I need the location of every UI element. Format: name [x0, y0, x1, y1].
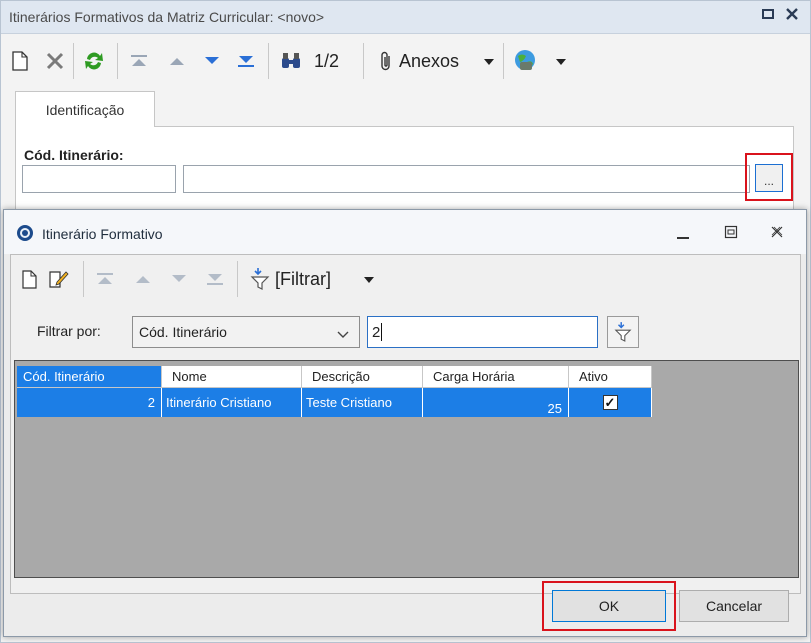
globe-icon[interactable] [511, 47, 539, 75]
dialog-title: Itinerário Formativo [42, 226, 163, 242]
text-cursor [381, 323, 383, 341]
record-counter: 1/2 [314, 51, 340, 71]
lookup-button[interactable]: ... [755, 164, 783, 192]
last-record-icon[interactable] [234, 50, 258, 72]
itinerario-dialog: Itinerário Formativo [Filtrar] Filtrar p… [3, 209, 807, 637]
column-header-nome[interactable]: Nome [162, 366, 302, 388]
outer-toolbar: 1/2 Anexos [1, 35, 810, 87]
codigo-itinerario-input[interactable] [22, 165, 176, 193]
first-record-icon[interactable] [93, 269, 117, 289]
next-record-icon[interactable] [200, 50, 224, 72]
chevron-down-icon[interactable] [483, 55, 495, 70]
cell-nome[interactable]: Itinerário Cristiano [162, 388, 302, 417]
cell-ativo[interactable]: ✓ [569, 388, 652, 417]
toolbar-separator [117, 43, 118, 79]
cell-carga-horaria[interactable]: 25 [423, 388, 569, 417]
first-record-icon[interactable] [127, 50, 151, 72]
maximize-icon[interactable] [724, 225, 738, 242]
filter-field-select[interactable]: Cód. Itinerário [132, 316, 360, 348]
close-icon[interactable] [785, 7, 799, 24]
apply-filter-button[interactable] [607, 316, 639, 348]
ok-button[interactable]: OK [552, 590, 666, 622]
descricao-itinerario-input[interactable] [183, 165, 750, 193]
filter-icon [614, 322, 632, 342]
chevron-down-icon[interactable] [363, 273, 375, 288]
paperclip-icon[interactable] [375, 49, 397, 73]
cancel-button[interactable]: Cancelar [679, 590, 789, 622]
previous-record-icon[interactable] [165, 50, 189, 72]
toolbar-separator [268, 43, 269, 79]
new-document-icon[interactable] [9, 49, 31, 73]
chevron-down-icon[interactable] [555, 55, 567, 70]
filter-by-label: Filtrar por: [37, 323, 101, 339]
toolbar-separator [363, 43, 364, 79]
tab-panel: Cód. Itinerário: [15, 126, 794, 214]
restore-icon[interactable] [761, 7, 775, 24]
toolbar-separator [73, 43, 74, 79]
toolbar-separator [237, 261, 238, 297]
codigo-itinerario-label: Cód. Itinerário: [24, 147, 124, 163]
column-header-descricao[interactable]: Descrição [302, 366, 423, 388]
attachments-button[interactable]: Anexos [399, 51, 459, 72]
filter-icon[interactable] [249, 266, 271, 292]
chevron-down-icon [337, 327, 349, 343]
filter-value-text: 2 [372, 323, 381, 341]
next-record-icon[interactable] [167, 269, 191, 289]
new-document-icon[interactable] [19, 267, 39, 291]
previous-record-icon[interactable] [131, 269, 155, 289]
ativo-checkbox[interactable]: ✓ [602, 395, 618, 410]
filter-field-value: Cód. Itinerário [139, 324, 227, 340]
column-header-codigo[interactable]: Cód. Itinerário [17, 366, 162, 388]
close-icon[interactable] [770, 225, 784, 242]
last-record-icon[interactable] [203, 269, 227, 289]
filter-button[interactable]: [Filtrar] [275, 269, 331, 290]
minimize-icon[interactable] [676, 228, 690, 245]
filter-value-input[interactable]: 2 [367, 316, 598, 348]
tab-identificacao[interactable]: Identificação [15, 91, 155, 127]
binoculars-icon[interactable] [278, 49, 304, 73]
delete-icon[interactable] [43, 49, 67, 73]
app-icon [16, 224, 34, 245]
outer-title-bar: Itinerários Formativos da Matriz Curricu… [1, 1, 810, 34]
refresh-icon[interactable] [81, 48, 107, 74]
outer-window-title: Itinerários Formativos da Matriz Curricu… [9, 9, 325, 25]
cell-codigo[interactable]: 2 [17, 388, 162, 417]
tab-identificacao-label: Identificação [45, 101, 125, 118]
cell-descricao[interactable]: Teste Cristiano [302, 388, 423, 417]
column-header-ativo[interactable]: Ativo [569, 366, 652, 388]
dialog-title-bar: Itinerário Formativo [4, 210, 806, 254]
column-header-carga-horaria[interactable]: Carga Horária [423, 366, 569, 388]
toolbar-separator [83, 261, 84, 297]
toolbar-separator [503, 43, 504, 79]
results-grid: Cód. Itinerário Nome Descrição Carga Hor… [14, 360, 799, 578]
edit-icon[interactable] [47, 267, 71, 291]
